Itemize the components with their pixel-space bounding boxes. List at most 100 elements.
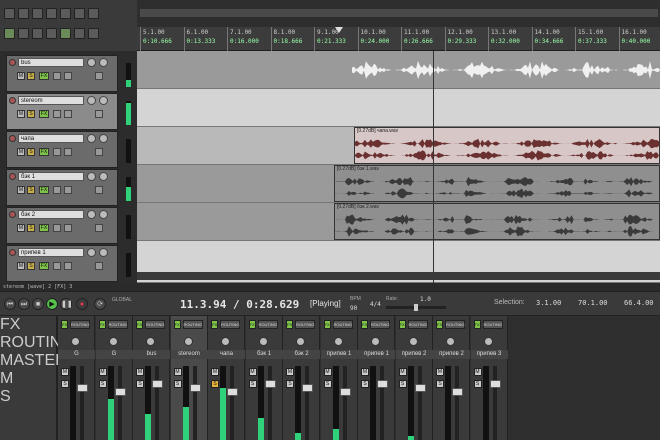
pan-knob-icon[interactable] <box>258 337 268 346</box>
mute-button[interactable]: M <box>17 262 25 270</box>
fader-cap-icon[interactable] <box>77 384 88 392</box>
record-button[interactable]: ● <box>76 298 88 310</box>
item-bek1[interactable]: [0.27dB] бэк 1.wav <box>334 165 660 202</box>
routing-button[interactable]: ROUTING <box>70 320 90 329</box>
volume-fader[interactable] <box>155 366 159 440</box>
lane-stereom[interactable] <box>137 89 660 127</box>
mute-button[interactable]: M <box>0 370 56 388</box>
phase-icon[interactable] <box>95 110 103 118</box>
volume-knob-icon[interactable] <box>87 134 96 143</box>
fader-cap-icon[interactable] <box>264 380 276 388</box>
volume-knob-icon[interactable] <box>87 210 96 219</box>
track-5[interactable]: бэк 2 M S FX <box>6 207 118 244</box>
track-name-field[interactable]: бэк 1 <box>18 172 84 181</box>
rate-value[interactable]: 1.0 <box>420 296 431 303</box>
solo-button[interactable]: S <box>27 262 35 270</box>
volume-fader[interactable] <box>192 366 197 440</box>
horizontal-scrollbar[interactable] <box>137 272 660 280</box>
volume-fader[interactable] <box>455 366 459 440</box>
fader-cap-icon[interactable] <box>489 380 501 388</box>
routing-button[interactable]: ROUTING <box>407 320 428 329</box>
fx-button[interactable]: FX <box>211 320 218 329</box>
go-to-start-button[interactable]: ⏮ <box>4 298 16 310</box>
phase-icon[interactable] <box>95 262 103 270</box>
snap-icon[interactable] <box>32 28 43 39</box>
track-2[interactable]: stereom M S FX <box>6 93 118 130</box>
time-scrollbar[interactable] <box>140 9 658 17</box>
mute-button[interactable]: M <box>473 368 482 376</box>
fader-cap-icon[interactable] <box>302 384 313 392</box>
save-project-icon[interactable] <box>32 8 43 19</box>
fx-button[interactable]: FX <box>39 110 49 118</box>
mute-button[interactable]: M <box>17 110 25 118</box>
pan-knob-icon[interactable] <box>371 337 380 346</box>
fx-button[interactable]: FX <box>173 320 181 329</box>
solo-button[interactable]: S <box>61 380 69 388</box>
volume-fader[interactable] <box>492 366 497 440</box>
io-routing-icon[interactable] <box>53 72 61 80</box>
solo-button[interactable]: S <box>248 380 257 388</box>
volume-knob-icon[interactable] <box>87 58 96 67</box>
mute-button[interactable]: M <box>211 368 219 376</box>
solo-button[interactable]: S <box>473 380 482 388</box>
strip-name[interactable]: припев 2 <box>395 350 433 359</box>
track-6[interactable]: припев 1 M S FX <box>6 245 118 282</box>
fx-button[interactable]: FX <box>39 262 49 270</box>
pan-knob-icon[interactable] <box>71 337 80 346</box>
solo-button[interactable]: S <box>436 380 444 388</box>
io-routing-icon[interactable] <box>53 262 61 270</box>
volume-fader[interactable] <box>117 366 122 440</box>
global-automation-label[interactable]: GLOBAL <box>112 297 132 303</box>
record-arm-icon[interactable] <box>9 173 16 180</box>
mute-button[interactable]: M <box>173 368 182 376</box>
open-project-icon[interactable] <box>18 8 29 19</box>
item-chapa[interactable]: [0.27dB] чапа.wav <box>354 127 660 164</box>
solo-button[interactable]: S <box>0 388 56 406</box>
strip-name[interactable]: G <box>58 350 95 359</box>
item-grouping-icon[interactable] <box>74 28 85 39</box>
solo-button[interactable]: S <box>98 380 107 388</box>
ruler-bar-13.1.00[interactable]: 13.1.00 0:32.000 <box>488 27 520 51</box>
solo-button[interactable]: S <box>398 380 407 388</box>
phase-icon[interactable] <box>95 148 103 156</box>
selection-length[interactable]: 66.4.00 <box>624 299 654 307</box>
mute-button[interactable]: M <box>323 368 332 376</box>
fx-button[interactable]: FX <box>98 320 106 329</box>
volume-fader[interactable] <box>80 366 84 440</box>
fx-button[interactable]: FX <box>39 224 49 232</box>
fader-cap-icon[interactable] <box>227 388 238 396</box>
track-name-field[interactable]: бэк 2 <box>18 210 84 219</box>
solo-button[interactable]: S <box>173 380 182 388</box>
strip-name[interactable]: MASTER <box>0 352 67 370</box>
mute-button[interactable]: M <box>248 368 257 376</box>
lane-bus[interactable] <box>137 51 660 89</box>
io-routing-icon[interactable] <box>53 224 61 232</box>
mute-button[interactable]: M <box>17 224 25 232</box>
mute-button[interactable]: M <box>136 368 144 376</box>
rate-slider[interactable] <box>386 304 446 311</box>
track-4[interactable]: бэк 1 M S FX <box>6 169 118 206</box>
pan-knob-icon[interactable] <box>183 337 193 346</box>
ripple-edit-icon[interactable] <box>18 28 29 39</box>
play-button[interactable]: ▶ <box>46 298 58 310</box>
ruler-bar-7.1.00[interactable]: 7.1.00 0:16.000 <box>227 27 259 51</box>
pause-button[interactable]: ❚❚ <box>60 298 73 310</box>
lane-chapa[interactable]: [0.27dB] чапа.wav <box>137 127 660 165</box>
marker-lock-icon[interactable] <box>88 28 99 39</box>
phase-icon[interactable] <box>95 224 103 232</box>
routing-button[interactable]: ROUTING <box>332 320 353 329</box>
fx-button[interactable]: FX <box>39 186 49 194</box>
pan-knob-icon[interactable] <box>99 172 108 181</box>
volume-fader[interactable] <box>417 366 422 440</box>
metronome-icon[interactable] <box>88 8 99 19</box>
fader-cap-icon[interactable] <box>377 380 388 388</box>
track-1[interactable]: bus M S FX <box>6 55 118 92</box>
routing-button[interactable]: ROUTING <box>145 320 165 329</box>
grid-icon[interactable] <box>4 28 15 39</box>
arrange-view[interactable]: [0.27dB] чапа.wav [0.27dB] бэк 1.wav [0.… <box>137 51 660 283</box>
solo-button[interactable]: S <box>27 186 35 194</box>
fx-button[interactable]: FX <box>248 320 256 329</box>
fx-button[interactable]: FX <box>473 320 481 329</box>
envelope-icon[interactable] <box>64 72 72 80</box>
volume-fader[interactable] <box>305 366 309 440</box>
